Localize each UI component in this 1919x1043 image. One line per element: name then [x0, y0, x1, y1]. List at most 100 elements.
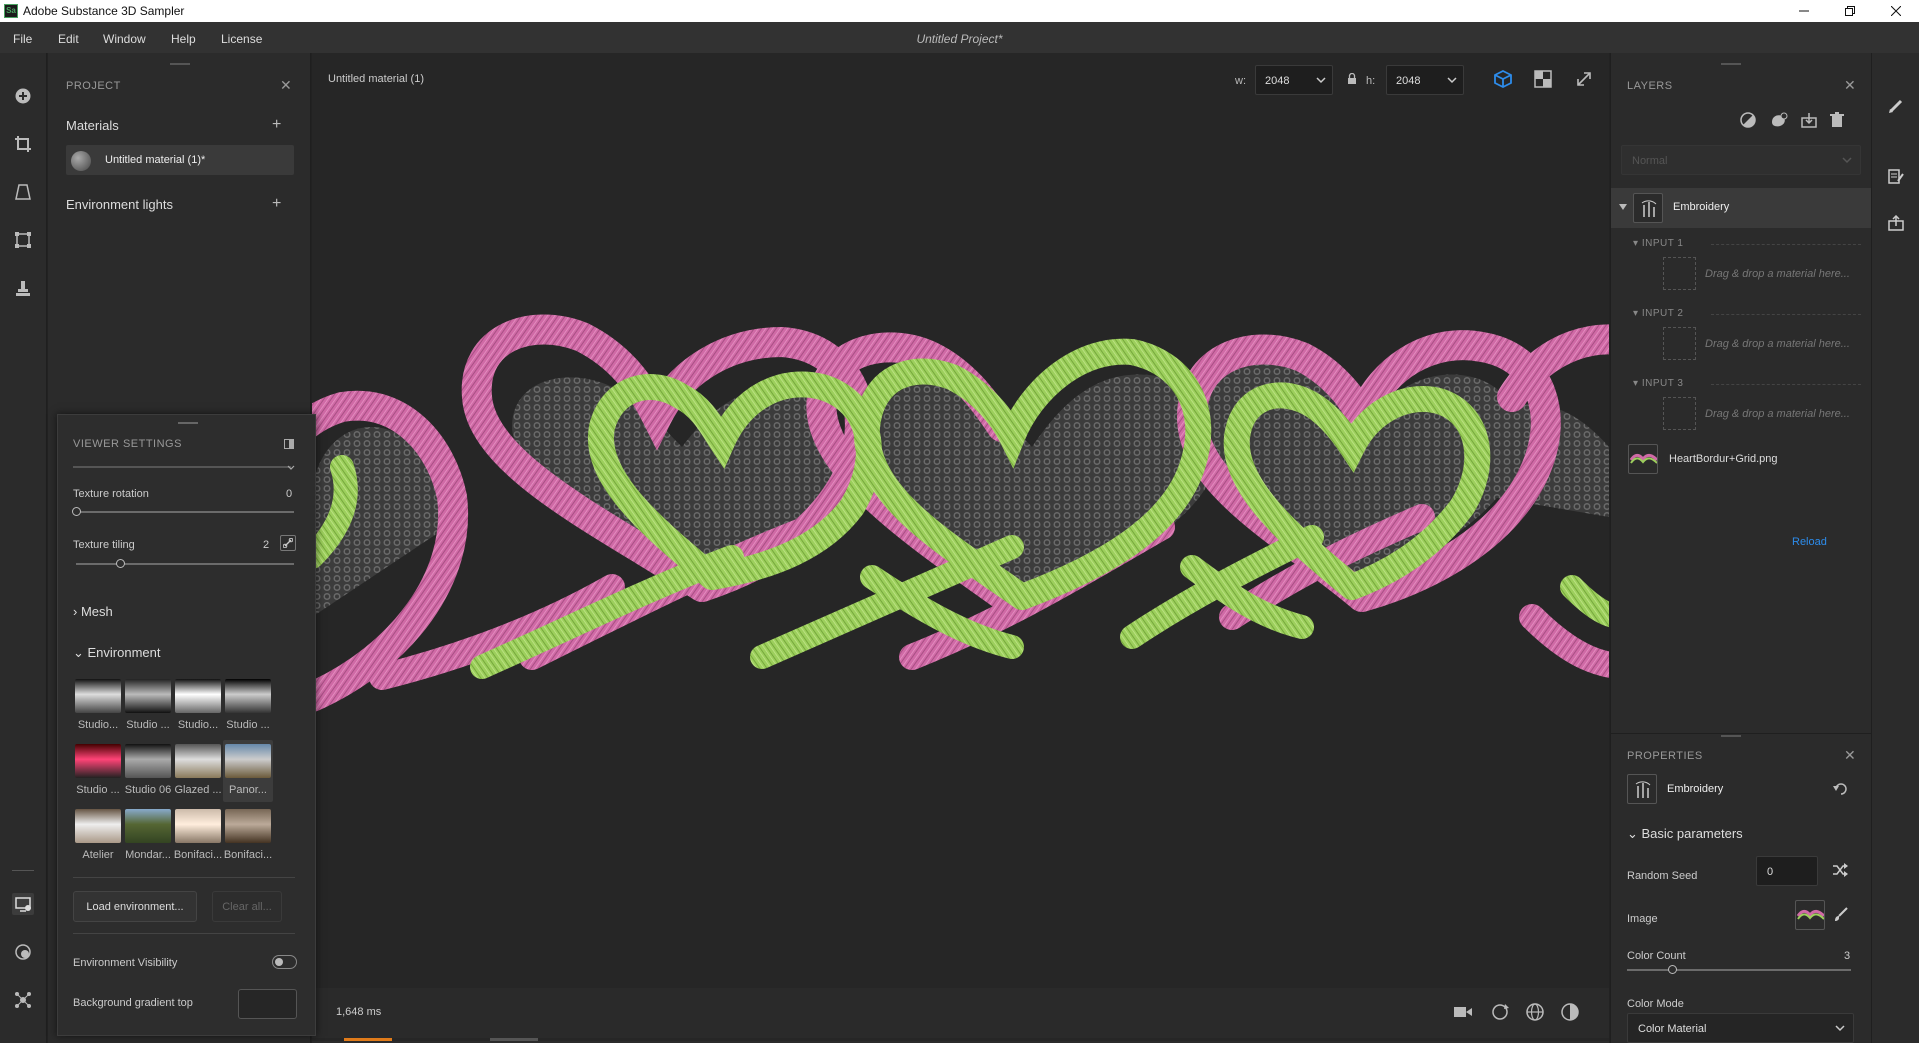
- environment-thumb[interactable]: Glazed ...: [173, 740, 223, 802]
- panel-grip[interactable]: [1721, 63, 1741, 65]
- dock-icon[interactable]: [284, 439, 294, 449]
- add-env-light-icon[interactable]: +: [272, 195, 281, 213]
- crop-tool[interactable]: [12, 133, 34, 155]
- viewer-settings-header: VIEWER SETTINGS: [73, 438, 182, 450]
- project-close-icon[interactable]: ✕: [280, 77, 292, 94]
- height-dropdown[interactable]: 2048: [1386, 65, 1464, 95]
- environment-thumb[interactable]: Studio...: [173, 675, 223, 737]
- export-layer-icon[interactable]: [1801, 112, 1817, 128]
- texture-rotation-knob[interactable]: [72, 507, 81, 516]
- environment-thumb-label: Atelier: [82, 849, 114, 861]
- 3d-view-icon[interactable]: [1493, 69, 1513, 89]
- properties-filter-name: Embroidery: [1667, 783, 1724, 795]
- environment-preview-image: [175, 809, 221, 843]
- mesh-label: Mesh: [80, 604, 113, 619]
- close-window-button[interactable]: [1873, 0, 1919, 22]
- brush-icon[interactable]: [1833, 906, 1849, 922]
- add-tool[interactable]: [12, 85, 34, 107]
- add-material-icon[interactable]: +: [272, 116, 281, 134]
- color-count-knob[interactable]: [1668, 965, 1677, 974]
- reload-link[interactable]: Reload: [1792, 536, 1827, 548]
- trash-icon[interactable]: [1830, 112, 1844, 128]
- reset-icon[interactable]: [1833, 782, 1849, 796]
- environment-thumb[interactable]: Bonifaci...: [173, 805, 223, 867]
- minimize-button[interactable]: [1781, 0, 1827, 22]
- color-count-value[interactable]: 3: [1844, 950, 1850, 962]
- material-drop-zone[interactable]: [1663, 257, 1696, 290]
- environment-thumb[interactable]: Mondar...: [123, 805, 173, 867]
- top-slider-track[interactable]: [73, 466, 291, 468]
- stamp-tool[interactable]: [12, 277, 34, 299]
- plugins-tool[interactable]: [12, 989, 34, 1011]
- embroidery-layer[interactable]: Embroidery: [1611, 188, 1871, 228]
- add-filter-icon[interactable]: [1770, 112, 1788, 128]
- image-layer-name: HeartBordur+Grid.png: [1669, 453, 1778, 465]
- material-item[interactable]: Untitled material (1)*: [66, 145, 294, 175]
- bg-gradient-top-label: Background gradient top: [73, 997, 193, 1009]
- environment-thumb-label: Bonifaci...: [173, 849, 223, 861]
- viewer-settings-tool[interactable]: [12, 893, 34, 915]
- environment-preview-image: [175, 744, 221, 778]
- perspective-tool[interactable]: [12, 181, 34, 203]
- pen-icon[interactable]: [1888, 98, 1904, 114]
- link-tiling-button[interactable]: [280, 535, 296, 551]
- 3d-viewport-canvas[interactable]: [312, 97, 1609, 1041]
- share-export-icon[interactable]: [1888, 215, 1904, 231]
- input-slot-header[interactable]: ▾ INPUT 3: [1633, 378, 1683, 389]
- panel-grip[interactable]: [1721, 735, 1741, 737]
- 2d-view-icon[interactable]: [1534, 70, 1552, 88]
- material-preview-icon[interactable]: [1560, 1002, 1580, 1022]
- clear-all-button[interactable]: Clear all...: [212, 891, 282, 922]
- camera-icon[interactable]: [1453, 1004, 1473, 1020]
- shuffle-icon[interactable]: [1832, 862, 1848, 878]
- environment-section[interactable]: ⌄ Environment: [73, 645, 161, 661]
- image-layer[interactable]: HeartBordur+Grid.png: [1611, 439, 1871, 479]
- restore-button[interactable]: [1827, 0, 1873, 22]
- mesh-section[interactable]: › Mesh: [73, 604, 113, 619]
- texture-tiling-slider[interactable]: [76, 559, 294, 568]
- bg-gradient-top-swatch[interactable]: [238, 989, 297, 1019]
- edit-document-icon[interactable]: [1888, 168, 1904, 184]
- mask-icon[interactable]: [1740, 112, 1756, 128]
- texture-tiling-value[interactable]: 2: [263, 539, 269, 551]
- environment-thumb[interactable]: Atelier: [73, 805, 123, 867]
- environment-thumb[interactable]: Studio...: [73, 675, 123, 737]
- embroidery-preview: [312, 314, 1609, 712]
- environment-thumb[interactable]: Panor...: [223, 740, 273, 802]
- panel-grip[interactable]: [170, 63, 190, 65]
- expand-icon[interactable]: [1575, 70, 1593, 88]
- transform-tool[interactable]: [12, 229, 34, 251]
- environment-thumb[interactable]: Studio 06: [123, 740, 173, 802]
- network-icon: [15, 992, 31, 1008]
- texture-rotation-value[interactable]: 0: [286, 488, 292, 500]
- input-slot-header[interactable]: ▾ INPUT 1: [1633, 238, 1683, 249]
- environment-thumb[interactable]: Studio ...: [123, 675, 173, 737]
- layers-close-icon[interactable]: ✕: [1844, 77, 1856, 94]
- environment-thumb[interactable]: Bonifaci...: [223, 805, 273, 867]
- environment-thumb[interactable]: Studio ...: [73, 740, 123, 802]
- environment-preview-image: [175, 679, 221, 713]
- material-drop-zone[interactable]: [1663, 327, 1696, 360]
- material-drop-zone[interactable]: [1663, 397, 1696, 430]
- load-environment-button[interactable]: Load environment...: [73, 891, 197, 922]
- render-tool[interactable]: [12, 941, 34, 963]
- basic-parameters-section[interactable]: ⌄ Basic parameters: [1627, 826, 1743, 842]
- width-dropdown[interactable]: 2048: [1255, 65, 1333, 95]
- color-count-slider[interactable]: [1627, 965, 1851, 974]
- properties-close-icon[interactable]: ✕: [1844, 747, 1856, 764]
- input-slot-divider: [1711, 314, 1861, 315]
- environment-thumb-label: Panor...: [229, 784, 267, 796]
- image-parameter-thumbnail[interactable]: [1795, 900, 1825, 930]
- input-slot-header[interactable]: ▾ INPUT 2: [1633, 308, 1683, 319]
- texture-rotation-slider[interactable]: [72, 507, 294, 516]
- environment-thumb[interactable]: Studio ...: [223, 675, 273, 737]
- texture-tiling-knob[interactable]: [116, 559, 125, 568]
- env-visibility-toggle[interactable]: [272, 955, 297, 969]
- popup-grip[interactable]: [178, 422, 198, 424]
- random-seed-input[interactable]: 0: [1756, 856, 1818, 886]
- environment-thumb-label: Bonifaci...: [223, 849, 273, 861]
- blend-mode-dropdown[interactable]: Normal: [1621, 145, 1861, 175]
- color-mode-dropdown[interactable]: Color Material: [1627, 1013, 1854, 1043]
- globe-icon[interactable]: [1525, 1002, 1545, 1022]
- rotate-light-icon[interactable]: [1490, 1002, 1510, 1022]
